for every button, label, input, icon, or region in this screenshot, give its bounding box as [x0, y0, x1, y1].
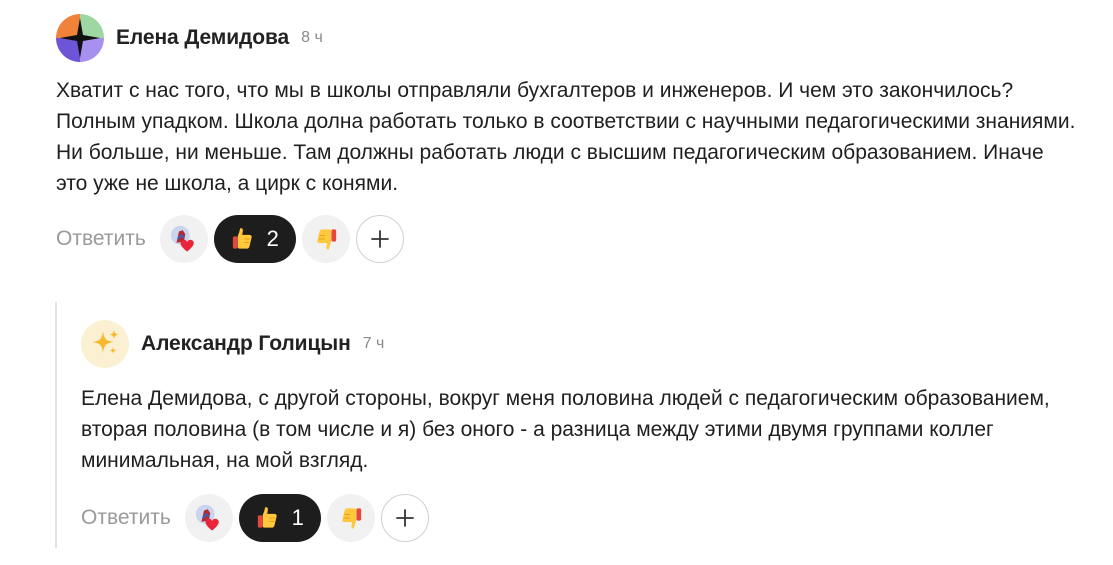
heart-reaction-icon [169, 224, 199, 254]
reply-button[interactable]: Ответить [56, 227, 146, 251]
heart-reaction-button[interactable] [159, 215, 208, 263]
comment-text: Елена Демидова, с другой стороны, вокруг… [81, 387, 1050, 472]
reaction-count: 1 [291, 505, 304, 530]
heart-reaction-icon [194, 503, 224, 533]
add-reaction-button[interactable] [380, 494, 429, 542]
thumbs-up-icon [229, 225, 257, 253]
geometric-avatar-icon[interactable] [56, 14, 104, 62]
comment-text: Хватит с нас того, что мы в школы отправ… [56, 79, 1076, 195]
author-name[interactable]: Александр Голицын [141, 332, 351, 356]
thumbs-down-reaction-button[interactable] [301, 215, 350, 263]
timestamp: 8 ч [301, 29, 323, 46]
thumbs-down-reaction-button[interactable] [326, 494, 375, 542]
comment-header: Александр Голицын 7 ч [81, 320, 1081, 368]
reply-button[interactable]: Ответить [81, 506, 171, 530]
add-reaction-button[interactable] [355, 215, 404, 263]
plus-icon [393, 506, 417, 530]
thumbs-down-icon [337, 504, 365, 532]
comment-header: Елена Демидова 8 ч [56, 14, 1076, 62]
comment: Елена Демидова 8 ч Хватит с нас того, чт… [56, 14, 1076, 263]
timestamp: 7 ч [362, 335, 385, 352]
thread-line [55, 302, 57, 548]
plus-icon [368, 227, 392, 251]
comment-actions: Ответить 2 [56, 215, 1076, 263]
thumbs-up-reaction-button[interactable]: 2 [213, 215, 296, 263]
comment-actions: Ответить 1 [81, 494, 1081, 542]
heart-reaction-button[interactable] [184, 494, 233, 542]
sparkles-icon[interactable] [81, 320, 129, 368]
reaction-count: 2 [266, 226, 279, 251]
thumbs-up-icon [254, 504, 282, 532]
thumbs-down-icon [312, 225, 340, 253]
author-name[interactable]: Елена Демидова [116, 26, 289, 50]
thumbs-up-reaction-button[interactable]: 1 [238, 494, 321, 542]
reply-comment: Александр Голицын 7 ч Елена Демидова, с … [81, 320, 1081, 542]
